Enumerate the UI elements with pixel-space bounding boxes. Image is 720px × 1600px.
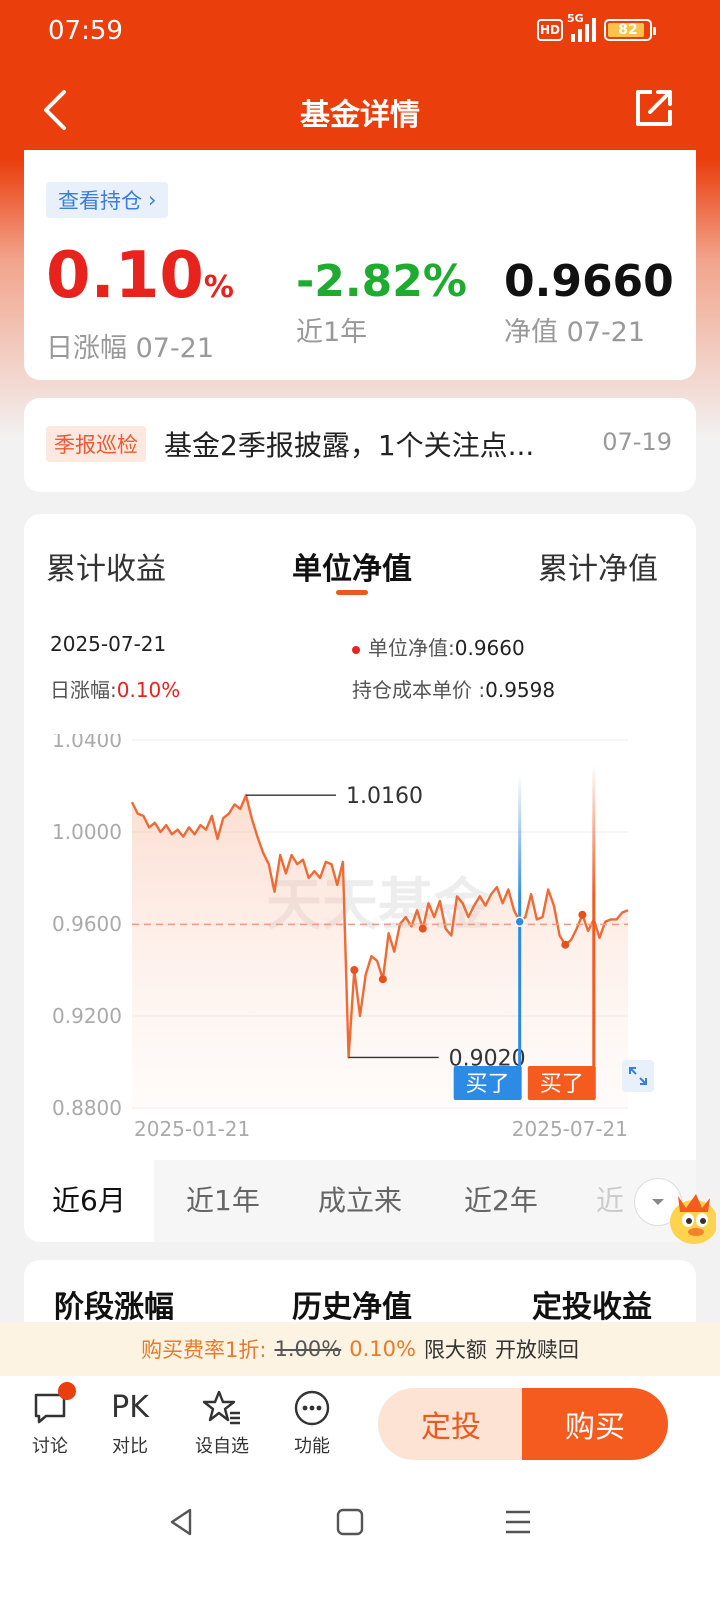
tab-sip-return[interactable]: 定投收益 (532, 1282, 652, 1326)
battery-icon: 82 (604, 19, 656, 41)
page-title: 基金详情 (300, 98, 420, 133)
nav-menu-icon[interactable] (498, 1502, 538, 1542)
view-holdings-label: 查看持仓 (58, 189, 142, 213)
news-date: 07-19 (602, 428, 672, 456)
mascot-icon[interactable] (662, 1182, 716, 1248)
tab-underline (336, 590, 368, 595)
star-list-icon (203, 1390, 240, 1425)
status-icons: HD 5G 82 (537, 12, 656, 42)
red-dot-icon (352, 645, 360, 654)
y-tick-label: 1.0400 (52, 734, 122, 752)
news-tag: 季报巡检 (46, 426, 146, 462)
selected-point (514, 916, 525, 927)
range-tab-2y[interactable]: 近2年 (464, 1160, 538, 1242)
y-tick-label: 0.9200 (52, 1004, 122, 1028)
trade-point (578, 910, 587, 919)
y-tick-label: 0.9600 (52, 912, 122, 936)
range-tabs: 近6月 近1年 成立来 近2年 近 (24, 1160, 696, 1242)
daily-change-unit: % (203, 270, 234, 305)
trade-point (561, 940, 570, 949)
daily-change-value: 0.10 (46, 239, 204, 313)
view-holdings-button[interactable]: 查看持仓 › (46, 182, 169, 218)
promo-limit: 限大额 (423, 1338, 487, 1362)
one-year-stat: -2.82% 近1年 (296, 254, 467, 349)
status-time: 07:59 (48, 16, 123, 46)
chart-card: 累计收益 单位净值 累计净值 2025-07-21 单位净值:0.9660 日涨… (24, 514, 696, 1242)
chart-info-nav: 单位净值:0.9660 (352, 632, 525, 661)
pk-icon: PK (111, 1390, 149, 1425)
buy-marker-line-orange (592, 764, 596, 1092)
chart-info-cost: 持仓成本单价 :0.9598 (352, 678, 556, 702)
buy-marker-line-blue (518, 774, 522, 1092)
signal-icon: 5G (567, 12, 596, 42)
promo-redeem: 开放赎回 (494, 1338, 579, 1362)
more-dots-icon (294, 1390, 330, 1426)
fund-summary-card: 查看持仓 › 0.10% 日涨幅 07-21 -2.82% 近1年 0.9660… (24, 150, 696, 380)
max-label: 1.0160 (346, 784, 423, 809)
daily-change-stat: 0.10% 日涨幅 07-21 (46, 244, 234, 365)
range-tab-6m[interactable]: 近6月 (24, 1160, 154, 1242)
daily-change-label: 日涨幅 07-21 (46, 333, 215, 364)
trade-point (378, 975, 387, 984)
tab-unit-nav[interactable]: 单位净值 (292, 544, 412, 588)
range-tab-inception[interactable]: 成立来 (318, 1160, 402, 1242)
nav-value: 0.9660 (504, 256, 674, 307)
area-fill (132, 795, 628, 1108)
promo-discount-fee: 0.10% (349, 1337, 416, 1361)
x-tick-label: 2025-07-21 (512, 1117, 628, 1141)
buy-button[interactable]: 购买 (522, 1388, 668, 1460)
chart-info-daily: 日涨幅:0.10% (50, 678, 181, 702)
chart-info-date: 2025-07-21 (50, 632, 167, 656)
nav-home-square-icon[interactable] (330, 1502, 370, 1542)
nav-line-chart[interactable]: 1.04001.00000.96000.92000.8800天天基金1.0160… (48, 734, 676, 1144)
nav-value-stat: 0.9660 净值 07-21 (504, 254, 674, 349)
battery-level: 82 (618, 22, 638, 38)
add-watchlist-button[interactable]: 设自选 (190, 1388, 254, 1458)
buy-tag-blue-label: 买了 (466, 1072, 510, 1097)
hd-icon: HD (537, 19, 563, 41)
promo-original-fee: 1.00% (274, 1337, 342, 1361)
buy-tag-orange-label: 买了 (540, 1072, 584, 1097)
trade-point (350, 966, 359, 974)
range-tab-more-partial[interactable]: 近 (596, 1160, 624, 1242)
status-bar: 07:59 HD 5G 82 (0, 0, 720, 62)
tab-stage-return[interactable]: 阶段涨幅 (54, 1282, 174, 1326)
network-label: 5G (567, 12, 584, 25)
compare-button[interactable]: PK 对比 (98, 1388, 162, 1458)
sip-button[interactable]: 定投 (378, 1388, 524, 1460)
range-tab-1y[interactable]: 近1年 (186, 1160, 260, 1242)
system-nav-bar (0, 1470, 720, 1600)
discuss-button[interactable]: 讨论 (18, 1382, 82, 1458)
tab-history-nav[interactable]: 历史净值 (292, 1282, 412, 1326)
tab-cumulative-return[interactable]: 累计收益 (46, 544, 166, 588)
trade-point (418, 924, 427, 933)
chevron-right-icon: › (148, 188, 157, 212)
notification-dot (58, 1382, 76, 1400)
y-tick-label: 0.8800 (52, 1096, 122, 1120)
tab-cumulative-nav[interactable]: 累计净值 (538, 544, 658, 588)
news-text: 基金2季报披露，1个关注点... (164, 429, 535, 462)
y-tick-label: 1.0000 (52, 820, 122, 844)
share-icon[interactable] (632, 86, 676, 130)
nav-value-label: 净值 07-21 (504, 317, 646, 348)
promo-prefix: 购买费率1折: (141, 1338, 267, 1362)
functions-button[interactable]: 功能 (280, 1388, 344, 1458)
one-year-label: 近1年 (296, 317, 368, 348)
fee-promo-bar[interactable]: 购买费率1折: 1.00% 0.10% 限大额 开放赎回 (0, 1322, 720, 1376)
news-card[interactable]: 季报巡检 基金2季报披露，1个关注点... 07-19 (24, 398, 696, 492)
expand-icon[interactable] (622, 1060, 654, 1092)
nav-back-triangle-icon[interactable] (162, 1502, 202, 1542)
one-year-value: -2.82% (296, 256, 467, 307)
nav-bar: 基金详情 (0, 72, 720, 148)
x-tick-label: 2025-01-21 (134, 1117, 250, 1141)
